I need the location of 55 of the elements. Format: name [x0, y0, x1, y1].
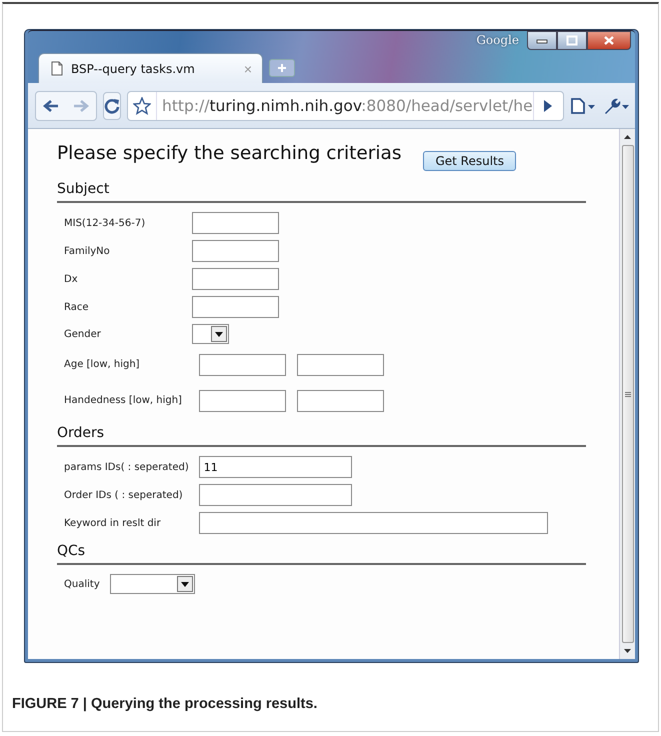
- minimize-icon: [536, 38, 548, 44]
- url-text: http://turing.nimh.nih.gov:8080/head/servlet/he: [156, 92, 533, 120]
- close-icon: [603, 35, 615, 46]
- star-icon: [133, 96, 151, 114]
- back-arrow-icon: [43, 98, 59, 112]
- field-label: params IDs( : seperated): [64, 462, 189, 472]
- browser-tab[interactable]: BSP--query tasks.vm ×: [38, 53, 263, 83]
- maximize-icon: [566, 35, 578, 46]
- section-heading: QCs: [57, 543, 586, 565]
- low-input-field[interactable]: [198, 390, 286, 412]
- forward-arrow-icon: [73, 98, 89, 112]
- close-button[interactable]: [587, 31, 631, 50]
- field-label: Dx: [64, 274, 79, 284]
- new-tab-button[interactable]: [269, 59, 295, 77]
- page-icon: [51, 61, 63, 76]
- minimize-button[interactable]: [527, 31, 557, 50]
- input-field[interactable]: [198, 512, 548, 534]
- field-label: Race: [64, 302, 90, 312]
- low-input-field[interactable]: [198, 354, 286, 376]
- input-field[interactable]: [192, 240, 279, 262]
- field-label: Gender: [64, 328, 102, 340]
- brand-logo-text: Google: [476, 33, 519, 47]
- up-arrow-icon: [624, 135, 631, 139]
- input-field[interactable]: [198, 484, 352, 506]
- play-icon: [543, 98, 554, 112]
- down-arrow-icon: [624, 649, 631, 653]
- page-heading: Please specify the searching criterias: [57, 143, 402, 164]
- reload-icon: [104, 98, 120, 114]
- maximize-button[interactable]: [557, 31, 587, 50]
- high-input-field[interactable]: [296, 390, 384, 412]
- field-label: Handedness [low, high]: [64, 394, 182, 408]
- scrollbar[interactable]: [619, 129, 635, 659]
- address-bar[interactable]: http://turing.nimh.nih.gov:8080/head/servlet/he: [127, 90, 564, 120]
- caret-icon: [214, 332, 223, 336]
- figure-caption: FIGURE 7 | Querying the processing results.: [12, 696, 318, 712]
- input-field[interactable]: [192, 296, 279, 318]
- section-heading: Subject: [57, 181, 586, 203]
- caret-icon: [180, 582, 189, 586]
- input-field[interactable]: [192, 212, 279, 234]
- plus-icon: [277, 63, 287, 73]
- field-label: Age [low, high]: [64, 358, 141, 372]
- dropdown[interactable]: [192, 324, 229, 344]
- field-label: Keyword in reslt dir: [64, 518, 162, 528]
- input-field[interactable]: [192, 268, 279, 290]
- field-label: FamilyNo: [64, 246, 111, 256]
- high-input-field[interactable]: [296, 354, 384, 376]
- reload-button[interactable]: [103, 92, 121, 120]
- get-results-button[interactable]: Get Results: [423, 151, 516, 171]
- field-label: MIS(12-34-56-7): [64, 218, 146, 228]
- field-label: Order IDs ( : seperated): [64, 490, 184, 500]
- page-icon: [570, 96, 596, 114]
- input-field[interactable]: 11: [198, 456, 352, 478]
- section-heading: Orders: [57, 425, 586, 447]
- grip-icon: [624, 392, 630, 396]
- field-label: Quality: [64, 578, 100, 590]
